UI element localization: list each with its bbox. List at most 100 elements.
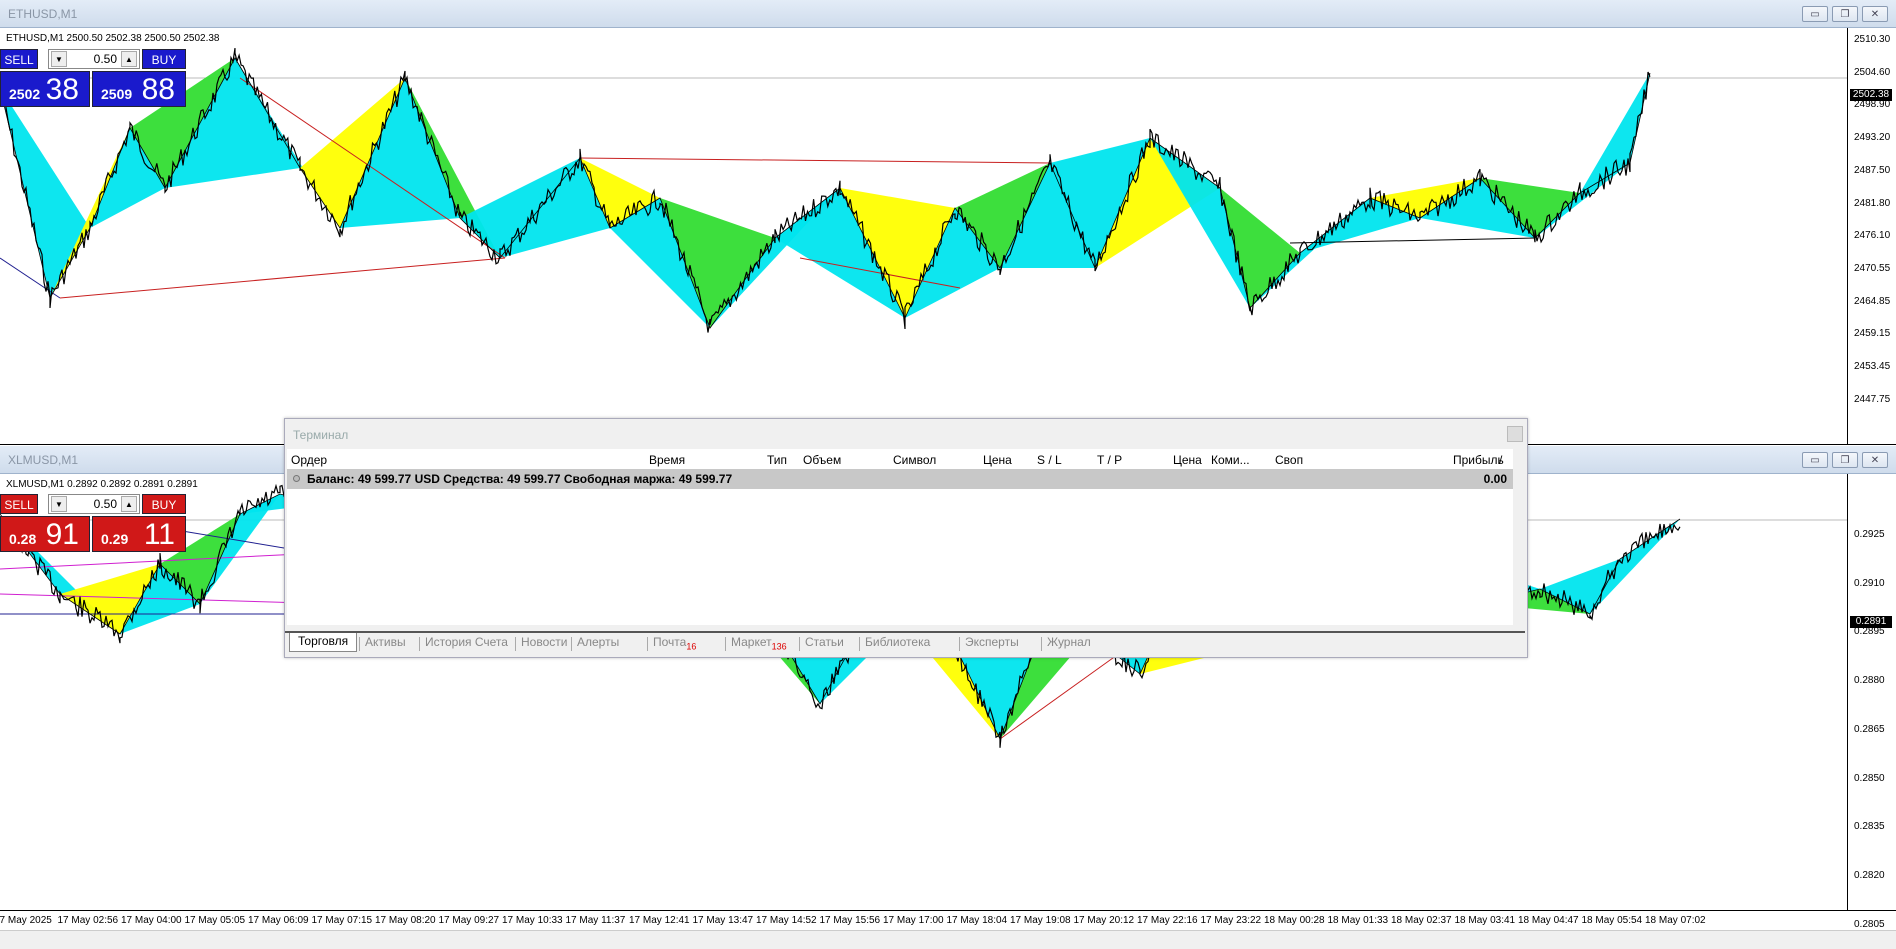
column-header[interactable]: T / P (1097, 453, 1122, 467)
price-tick-label: 2510.30 (1854, 34, 1891, 45)
terminal-table-body[interactable] (287, 489, 1513, 625)
tab-5[interactable]: Почта16 (653, 635, 696, 651)
column-header[interactable]: Цена (983, 453, 1012, 467)
terminal-window[interactable]: Терминал Ордер Время Тип Объем Символ Цена S /… (284, 418, 1528, 658)
time-axis[interactable]: 17 May 202517 May 02:5617 May 04:0017 Ma… (0, 910, 1848, 930)
buy-price-small: 0.29 (101, 531, 129, 547)
ethusd-lots-field[interactable]: ▼ 0.50 ▲ (48, 49, 140, 69)
column-header[interactable]: Прибыль (1453, 453, 1504, 467)
column-header[interactable]: Своп (1275, 453, 1303, 467)
balance-profit: 0.00 (1483, 472, 1507, 486)
tab-label: Журнал (1047, 635, 1091, 649)
column-header[interactable]: Коми... (1211, 453, 1250, 467)
tab-separator (859, 637, 860, 651)
xlmusd-symbol-info: XLMUSD,M1 0.2892 0.2892 0.2891 0.2891 (6, 479, 198, 490)
time-tick-label: 17 May 02:56 (57, 915, 119, 926)
tab-separator (1041, 637, 1042, 651)
time-tick-label: 17 May 05:05 (184, 915, 246, 926)
price-tick-label: 2470.55 (1854, 262, 1891, 274)
price-tick-label: 0.2835 (1854, 821, 1885, 833)
column-header[interactable]: Ордер (291, 453, 327, 467)
ethusd-sell-price[interactable]: 2502 38 (0, 71, 90, 107)
tab-4[interactable]: Алерты (577, 635, 619, 649)
column-header[interactable]: Время (649, 453, 685, 467)
price-tick-label: 0.2910 (1854, 577, 1885, 589)
tab-label: Статьи (805, 635, 844, 649)
lots-decrease-icon[interactable]: ▼ (51, 51, 67, 67)
lots-increase-icon[interactable]: ▲ (121, 51, 137, 67)
tab-separator (515, 637, 516, 651)
ethusd-price-axis[interactable]: 2510.30 2504.60 2498.90 2493.20 2487.50 2481.… (1847, 28, 1896, 444)
xlmusd-lots-value[interactable]: 0.50 (69, 497, 117, 511)
tab-2[interactable]: История Счета (425, 635, 508, 649)
lots-increase-icon[interactable]: ▲ (121, 496, 137, 512)
balance-row[interactable]: Баланс: 49 599.77 USD Средства: 49 599.7… (287, 469, 1513, 489)
price-tick-label: 0.2880 (1854, 675, 1885, 687)
terminal-close-icon[interactable] (1507, 426, 1523, 442)
price-tick-label: 2447.75 (1854, 393, 1891, 405)
ethusd-lots-value[interactable]: 0.50 (69, 52, 117, 66)
time-tick-label: 18 May 03:41 (1454, 915, 1516, 926)
tab-9[interactable]: Эксперты (965, 635, 1019, 649)
xlmusd-lots-field[interactable]: ▼ 0.50 ▲ (48, 494, 140, 514)
xlmusd-sell-price[interactable]: 0.28 91 (0, 516, 90, 552)
price-tick-label: 2481.80 (1854, 197, 1891, 209)
xlmusd-one-click-panel: SELL ▼ 0.50 ▲ BUY 0.28 91 0.29 11 (0, 494, 190, 554)
time-tick-label: 17 May 13:47 (692, 915, 754, 926)
xlmusd-buy-button[interactable]: BUY (142, 494, 186, 514)
minimize-button[interactable]: ▭ (1802, 6, 1828, 22)
ethusd-buy-price[interactable]: 2509 88 (92, 71, 186, 107)
ethusd-window-title: ETHUSD,M1 (8, 7, 78, 21)
column-header[interactable]: Тип (767, 453, 787, 467)
price-tick-label: 2476.10 (1854, 230, 1891, 242)
status-bar (0, 930, 1896, 949)
minimize-button[interactable]: ▭ (1802, 452, 1828, 468)
column-header[interactable]: Символ (893, 453, 936, 467)
ethusd-titlebar[interactable]: ETHUSD,M1 ▭ ❐ ✕ (0, 0, 1896, 28)
time-tick-label: 17 May 09:27 (438, 915, 500, 926)
time-tick-label: 18 May 07:02 (1645, 915, 1706, 926)
column-header[interactable]: Цена (1173, 453, 1202, 467)
tab-10[interactable]: Журнал (1047, 635, 1091, 649)
balance-status-icon (293, 475, 300, 482)
tab-label: Маркет (731, 635, 772, 649)
tab-0[interactable]: Торговля (289, 633, 358, 652)
tab-8[interactable]: Библиотека (865, 635, 930, 649)
ethusd-sell-button[interactable]: SELL (0, 49, 38, 69)
trend-line (59, 257, 506, 299)
restore-button[interactable]: ❐ (1832, 6, 1858, 22)
time-tick-label: 17 May 06:09 (248, 915, 309, 926)
tab-7[interactable]: Статьи (805, 635, 844, 649)
tab-6[interactable]: Маркет136 (731, 635, 787, 651)
tab-label: Торговля (298, 634, 349, 648)
tab-3[interactable]: Новости (521, 635, 567, 649)
time-tick-label: 17 May 10:33 (502, 915, 563, 926)
column-header[interactable]: Объем (803, 453, 841, 467)
ethusd-plot[interactable] (0, 28, 1848, 444)
terminal-title: Терминал (293, 428, 349, 442)
price-tick-label: 2493.20 (1854, 132, 1891, 144)
tab-label: Почта (653, 635, 687, 649)
close-button[interactable]: ✕ (1862, 452, 1888, 468)
time-tick-label: 17 May 07:15 (311, 915, 373, 926)
price-tick-label: 2487.50 (1854, 164, 1891, 176)
ethusd-chart[interactable]: 2510.30 2504.60 2498.90 2493.20 2487.50 2481.… (0, 28, 1896, 445)
close-button[interactable]: ✕ (1862, 6, 1888, 22)
tab-1[interactable]: Активы (365, 635, 406, 649)
price-tick-label: 2498.90 (1854, 99, 1891, 111)
time-tick-label: 17 May 15:56 (819, 915, 881, 926)
current-price-label: 2502.38 (1850, 89, 1892, 101)
tab-label: Новости (521, 635, 568, 649)
xlmusd-buy-price[interactable]: 0.29 11 (92, 516, 186, 552)
tab-label: Эксперты (965, 635, 1019, 649)
ethusd-buy-button[interactable]: BUY (142, 49, 186, 69)
time-tick-label: 18 May 01:33 (1327, 915, 1389, 926)
sell-price-small: 0.28 (9, 531, 37, 547)
xlmusd-price-axis[interactable]: 0.2925 0.2910 0.2895 0.2880 0.2865 0.2850 0.28… (1847, 474, 1896, 930)
xlmusd-sell-button[interactable]: SELL (0, 494, 38, 514)
column-header[interactable]: S / L (1037, 453, 1062, 467)
restore-button[interactable]: ❐ (1832, 452, 1858, 468)
lots-decrease-icon[interactable]: ▼ (51, 496, 67, 512)
column-header[interactable]: / (1499, 453, 1502, 467)
trend-line (579, 157, 1051, 164)
